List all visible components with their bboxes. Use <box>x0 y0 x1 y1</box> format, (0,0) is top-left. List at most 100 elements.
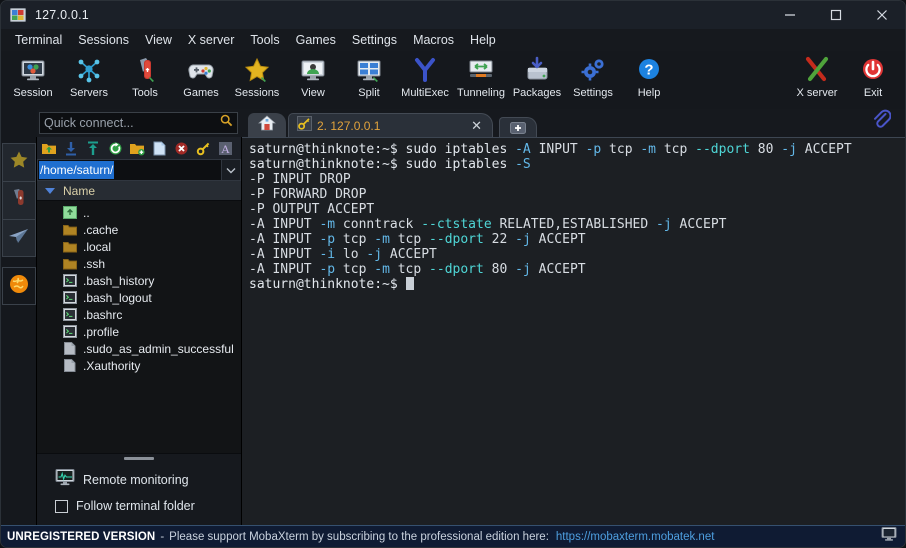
terminal-output[interactable]: saturn@thinknote:~$ sudo iptables -A INP… <box>242 137 905 525</box>
mobaxterm-website-link[interactable]: https://mobaxterm.mobatek.net <box>556 531 715 543</box>
rail-tools-button[interactable] <box>1 181 36 219</box>
toolbar-packages-label: Packages <box>512 87 562 99</box>
list-item[interactable]: .bash_history <box>37 272 241 289</box>
file-column-header[interactable]: Name <box>37 181 241 201</box>
toolbar-tools-button[interactable]: Tools <box>117 51 173 99</box>
toolbar-split-button[interactable]: Split <box>341 51 397 99</box>
minimize-button[interactable] <box>767 1 813 29</box>
menu-sessions[interactable]: Sessions <box>70 31 137 49</box>
toolbar-session-button[interactable]: Session <box>5 51 61 99</box>
key-icon <box>297 115 312 136</box>
rail-sftp-button[interactable] <box>1 219 36 257</box>
menu-view[interactable]: View <box>137 31 180 49</box>
new-tab-button[interactable] <box>499 117 537 137</box>
toolbar-settings-button[interactable]: Settings <box>565 51 621 99</box>
toolbar-exit-button[interactable]: Exit <box>845 51 901 99</box>
tab-home[interactable] <box>248 113 286 137</box>
menu-tools[interactable]: Tools <box>242 31 287 49</box>
close-button[interactable] <box>859 1 905 29</box>
list-item[interactable]: .bash_logout <box>37 289 241 306</box>
list-item[interactable]: .cache <box>37 221 241 238</box>
menu-settings[interactable]: Settings <box>344 31 405 49</box>
terminal-line: -A INPUT -p tcp -m tcp --dport 22 -j ACC… <box>249 232 905 247</box>
list-item[interactable]: .ssh <box>37 255 241 272</box>
toolbar-split-label: Split <box>358 87 380 99</box>
toolbar-tunneling-button[interactable]: Tunneling <box>453 51 509 99</box>
terminal-text: ACCEPT <box>530 232 586 247</box>
toolbar-multiexec-button[interactable]: MultiExec <box>397 51 453 99</box>
menu-macros[interactable]: Macros <box>405 31 462 49</box>
search-icon[interactable] <box>220 114 233 132</box>
download-icon[interactable] <box>61 138 81 158</box>
follow-terminal-folder-item[interactable]: Follow terminal folder <box>37 493 241 519</box>
split-panes-icon <box>354 55 384 85</box>
terminal-text: -P INPUT DROP <box>249 172 351 187</box>
terminal-text: saturn@thinknote:~$ sudo iptables <box>249 157 516 172</box>
text-mode-icon[interactable]: A <box>215 138 235 158</box>
toolbar-games-button[interactable]: Games <box>173 51 229 99</box>
list-item[interactable]: .bashrc <box>37 306 241 323</box>
rail-favorites-button[interactable] <box>1 143 36 181</box>
file-name: .sudo_as_admin_successful <box>83 341 234 356</box>
packages-box-icon <box>522 55 552 85</box>
list-item[interactable]: .local <box>37 238 241 255</box>
tab-close-button[interactable]: ✕ <box>467 118 486 134</box>
permissions-key-icon[interactable] <box>193 138 213 158</box>
maximize-button[interactable] <box>813 1 859 29</box>
file-list[interactable]: .. .cache .local .ssh .bash_history .bas… <box>37 201 241 453</box>
folder-icon <box>63 257 77 270</box>
terminal-text: -p <box>319 232 336 247</box>
go-up-folder-icon[interactable] <box>39 138 59 158</box>
toolbar-sessions-button[interactable]: Sessions <box>229 51 285 99</box>
toolbar-help-button[interactable]: ? Help <box>621 51 677 99</box>
unregistered-label: UNREGISTERED VERSION <box>7 530 156 543</box>
terminal-tab-1[interactable]: 2. 127.0.0.1 ✕ <box>288 113 493 137</box>
terminal-text: RELATED,ESTABLISHED <box>491 217 657 232</box>
tab-label: 2. 127.0.0.1 <box>317 118 381 133</box>
sftp-sidebar: A /home/saturn/ Name .. .cache .local .s… <box>37 137 242 525</box>
list-item[interactable]: .Xauthority <box>37 357 241 374</box>
toolbar-help-label: Help <box>637 87 661 99</box>
quick-connect-placeholder: Quick connect... <box>44 116 134 130</box>
monitor-small-icon[interactable] <box>881 527 897 546</box>
delete-icon[interactable] <box>171 138 191 158</box>
window-title: 127.0.0.1 <box>35 8 89 22</box>
toolbar-servers-label: Servers <box>70 87 108 99</box>
toolbar-packages-button[interactable]: Packages <box>509 51 565 99</box>
path-dropdown-button[interactable] <box>221 159 241 181</box>
toolbar-view-button[interactable]: View <box>285 51 341 99</box>
terminal-line: -A INPUT -m conntrack --ctstate RELATED,… <box>249 217 905 232</box>
menu-games[interactable]: Games <box>288 31 344 49</box>
multiexec-fork-icon <box>410 55 440 85</box>
terminal-text: ACCEPT <box>671 217 727 232</box>
new-folder-icon[interactable] <box>127 138 147 158</box>
menu-help[interactable]: Help <box>462 31 504 49</box>
terminal-line: saturn@thinknote:~$ sudo iptables -A INP… <box>249 142 905 157</box>
toolbar-settings-label: Settings <box>573 87 613 99</box>
terminal-text: -j <box>781 142 797 157</box>
paperclip-button[interactable] <box>871 108 905 137</box>
panel-splitter[interactable] <box>37 453 241 463</box>
new-file-icon[interactable] <box>149 138 169 158</box>
menu-terminal[interactable]: Terminal <box>7 31 70 49</box>
path-input[interactable]: /home/saturn/ <box>37 159 221 181</box>
remote-monitoring-item[interactable]: Remote monitoring <box>37 467 241 493</box>
list-item[interactable]: .profile <box>37 323 241 340</box>
terminal-text: -S <box>515 157 531 172</box>
toolbar-view-label: View <box>301 87 325 99</box>
terminal-text: -m <box>374 232 390 247</box>
terminal-text: tcp <box>656 142 696 157</box>
power-exit-icon <box>858 55 888 85</box>
toolbar-servers-button[interactable]: Servers <box>61 51 117 99</box>
upload-icon[interactable] <box>83 138 103 158</box>
terminal-text: -P OUTPUT ACCEPT <box>249 202 375 217</box>
rail-macros-button[interactable] <box>1 267 36 305</box>
toolbar-x-server-button[interactable]: X server <box>789 51 845 99</box>
refresh-icon[interactable] <box>105 138 125 158</box>
follow-terminal-folder-checkbox[interactable] <box>55 499 68 513</box>
script-file-icon <box>63 325 77 338</box>
menu-x-server[interactable]: X server <box>180 31 243 49</box>
list-item[interactable]: .. <box>37 204 241 221</box>
quick-connect-input[interactable]: Quick connect... <box>39 112 238 134</box>
list-item[interactable]: .sudo_as_admin_successful <box>37 340 241 357</box>
